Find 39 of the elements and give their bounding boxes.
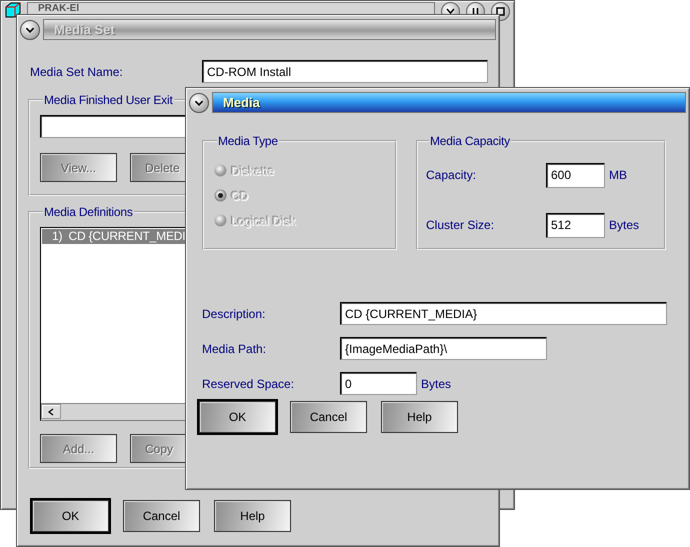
- field-label: Capacity:: [426, 168, 478, 182]
- window-title: PRAK-El: [27, 2, 435, 15]
- cube-icon: [5, 2, 21, 18]
- input-field[interactable]: {ImageMediaPath}\: [340, 337, 547, 360]
- field-label: Cluster Size:: [426, 218, 496, 232]
- dialog-button[interactable]: Help: [381, 401, 458, 433]
- list-box[interactable]: 1) CD {CURRENT_MEDI: [40, 227, 186, 421]
- input-field[interactable]: CD-ROM Install: [202, 60, 488, 83]
- unit-label: MB: [609, 168, 627, 182]
- window-title: Media: [212, 92, 686, 113]
- dialog-button[interactable]: Help: [214, 500, 291, 532]
- input-field[interactable]: CD {CURRENT_MEDIA}: [340, 302, 667, 325]
- chevron-icon: [445, 6, 456, 17]
- group-title: Media Definitions: [43, 205, 134, 219]
- pause-icon: [470, 6, 481, 17]
- collapse-button[interactable]: [20, 20, 40, 40]
- scroll-left-button[interactable]: [41, 404, 61, 419]
- field-label: Reserved Space:: [202, 376, 296, 390]
- window-title: Media Set: [43, 19, 496, 40]
- field-label: Description:: [202, 306, 266, 320]
- square-icon: [495, 6, 506, 17]
- dialog-button[interactable]: Cancel: [290, 401, 367, 433]
- chevron-icon: [26, 27, 34, 32]
- input-field[interactable]: 600: [546, 162, 605, 188]
- dialog-button[interactable]: OK: [32, 500, 109, 532]
- unit-label: Bytes: [421, 376, 452, 390]
- collapse-button[interactable]: [189, 92, 209, 112]
- field-label: Media Set Name:: [30, 64, 124, 78]
- group-title: Media Type: [217, 134, 279, 148]
- group-title: Media Finished User Exit: [43, 93, 174, 107]
- input-field[interactable]: 0: [340, 372, 417, 395]
- list-item[interactable]: 1) CD {CURRENT_MEDI: [42, 229, 186, 244]
- dialog-button[interactable]: Cancel: [123, 500, 200, 532]
- group-title: Media Capacity: [429, 134, 511, 148]
- field-label: Media Path:: [202, 342, 268, 356]
- dialog-button[interactable]: OK: [199, 401, 276, 433]
- unit-label: Bytes: [609, 218, 640, 232]
- chevron-icon: [194, 100, 204, 106]
- input-field[interactable]: 512: [546, 212, 605, 238]
